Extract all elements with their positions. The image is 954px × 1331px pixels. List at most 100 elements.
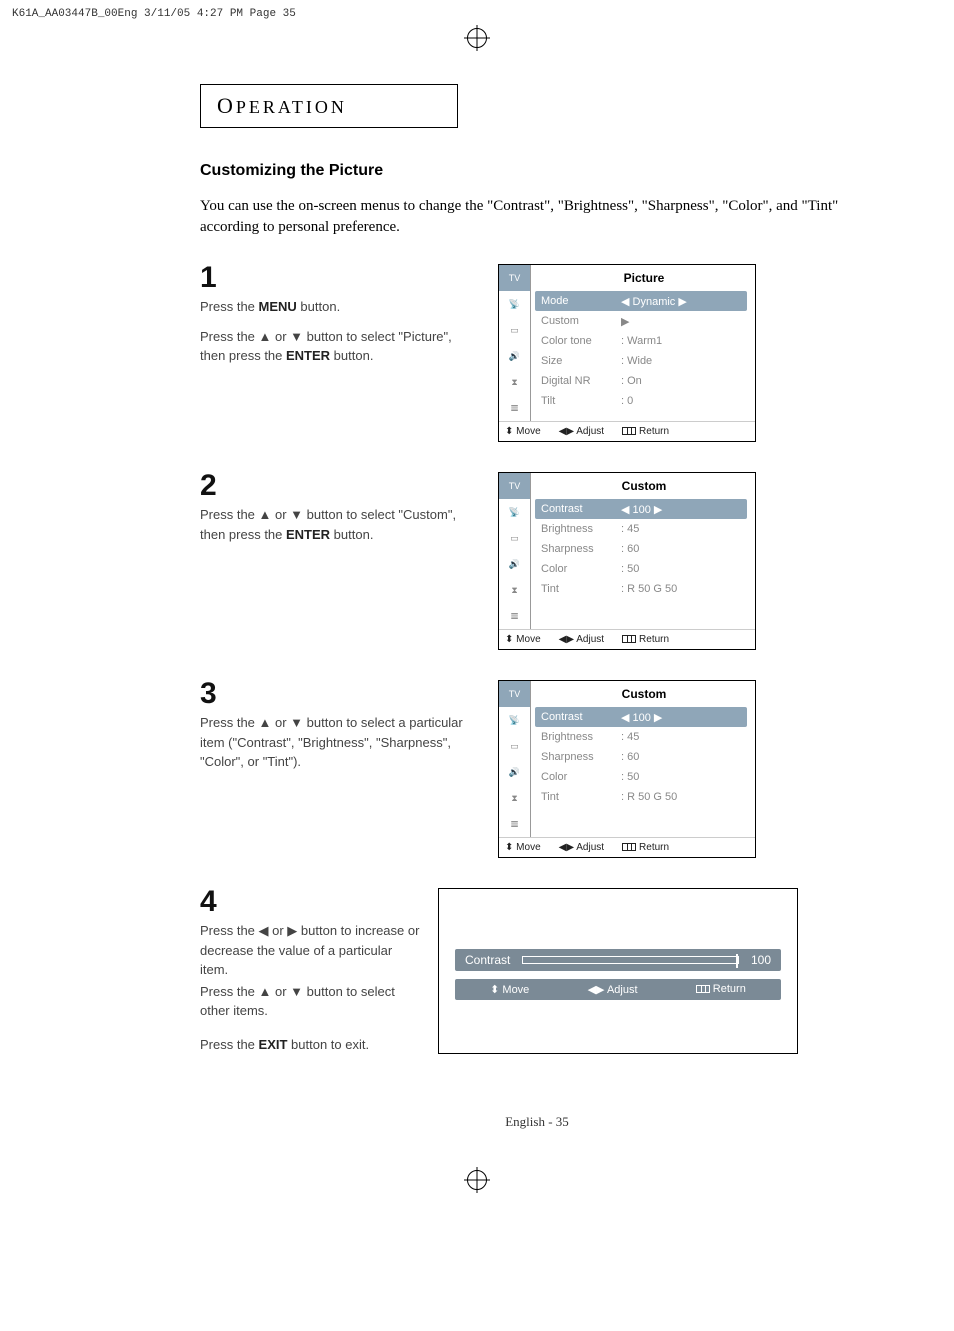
- registration-mark-bottom: [467, 1170, 487, 1190]
- osd-row: Contrast◀ 100 ▶: [535, 707, 747, 727]
- hourglass-icon: ⧗: [499, 785, 531, 811]
- osd-row-label: Sharpness: [541, 751, 621, 763]
- hourglass-icon: ⧗: [499, 577, 531, 603]
- osd-row: Brightness: 45: [541, 519, 747, 539]
- osd-title: Custom: [541, 479, 747, 493]
- osd-row-label: Brightness: [541, 731, 621, 743]
- step-instruction: Press the MENU button.: [200, 297, 480, 317]
- registration-mark-top: [467, 28, 487, 48]
- step-four: 4 Press the ◀ or ▶ button to increase or…: [200, 888, 874, 1054]
- pip-icon: ▭: [499, 525, 531, 551]
- step-instruction: Press the EXIT button to exit.: [200, 1035, 420, 1055]
- osd-row: Tint: R 50 G 50: [541, 787, 747, 807]
- osd-row-value: : On: [621, 375, 747, 387]
- speaker-icon: 🔊: [499, 551, 531, 577]
- osd-row: Mode◀ Dynamic ▶: [535, 291, 747, 311]
- osd-custom-menu: TV 📡 ▭ 🔊 ⧗ 𝌆 Custom Contrast◀ 100 ▶Brigh…: [498, 472, 756, 650]
- pip-icon: ▭: [499, 733, 531, 759]
- osd-row-label: Tint: [541, 791, 621, 803]
- osd-row-label: Contrast: [541, 711, 621, 723]
- osd-rows: Contrast◀ 100 ▶Brightness: 45Sharpness: …: [541, 707, 747, 807]
- osd-row-label: Mode: [541, 295, 621, 307]
- osd-row: Digital NR: On: [541, 371, 747, 391]
- step-instruction: Press the ◀ or ▶ button to increase or d…: [200, 921, 420, 980]
- step-instruction: Press the ▲ or ▼ button to select "Pictu…: [200, 327, 480, 366]
- antenna-icon: 📡: [499, 499, 531, 525]
- osd-row: Size: Wide: [541, 351, 747, 371]
- osd-row-value: : Warm1: [621, 335, 747, 347]
- osd-row-value: : 50: [621, 563, 747, 575]
- sliders-icon: 𝌆: [499, 811, 531, 837]
- osd-row-label: Brightness: [541, 523, 621, 535]
- slider-track: [522, 956, 739, 964]
- osd-row-label: Color tone: [541, 335, 621, 347]
- osd-row: Tint: R 50 G 50: [541, 579, 747, 599]
- step-number: 2: [200, 472, 217, 499]
- osd-row-label: Contrast: [541, 503, 621, 515]
- step-one: 1 Press the MENU button. Press the ▲ or …: [200, 264, 874, 442]
- step-number: 4: [200, 888, 217, 915]
- slider-label: Contrast: [465, 953, 510, 967]
- osd-row-value: : 45: [621, 731, 747, 743]
- osd-row: Brightness: 45: [541, 727, 747, 747]
- contrast-slider: Contrast 100: [455, 949, 781, 971]
- osd-custom-menu: TV 📡 ▭ 🔊 ⧗ 𝌆 Custom Contrast◀ 100 ▶Brigh…: [498, 680, 756, 858]
- osd-row-label: Tilt: [541, 395, 621, 407]
- step-instruction: Press the ▲ or ▼ button to select "Custo…: [200, 505, 480, 544]
- osd-slider-panel: Contrast 100 ⬍ Move ◀▶ Adjust Return: [438, 888, 798, 1054]
- osd-row: Color: 50: [541, 767, 747, 787]
- osd-row-label: Color: [541, 771, 621, 783]
- step-three: 3 Press the ▲ or ▼ button to select a pa…: [200, 680, 874, 858]
- step-number: 3: [200, 680, 217, 707]
- step-instruction: Press the ▲ or ▼ button to select a part…: [200, 713, 480, 772]
- speaker-icon: 🔊: [499, 759, 531, 785]
- osd-row: Contrast◀ 100 ▶: [535, 499, 747, 519]
- intro-paragraph: You can use the on-screen menus to chang…: [200, 196, 874, 238]
- osd-row-value: : 0: [621, 395, 747, 407]
- osd-row-value: : R 50 G 50: [621, 791, 747, 803]
- osd-row-label: Tint: [541, 583, 621, 595]
- osd-tab-tv: TV: [499, 473, 531, 499]
- sliders-icon: 𝌆: [499, 603, 531, 629]
- osd-picture-menu: TV 📡 ▭ 🔊 ⧗ 𝌆 Picture Mode◀ Dynamic ▶Cust…: [498, 264, 756, 442]
- osd-tab-tv: TV: [499, 265, 531, 291]
- osd-rows: Contrast◀ 100 ▶Brightness: 45Sharpness: …: [541, 499, 747, 599]
- slider-value: 100: [751, 953, 771, 967]
- osd-row-value: ▶: [621, 315, 747, 328]
- osd-footer: ⬍ Move ◀▶ Adjust Return: [499, 629, 755, 649]
- print-meta-line: K61A_AA03447B_00Eng 3/11/05 4:27 PM Page…: [0, 0, 954, 28]
- osd-left-tabs: TV 📡 ▭ 🔊 ⧗ 𝌆: [499, 265, 531, 421]
- slider-footer: ⬍ Move ◀▶ Adjust Return: [455, 979, 781, 1000]
- osd-row-value: ◀ 100 ▶: [621, 503, 747, 516]
- osd-row: Tilt: 0: [541, 391, 747, 411]
- pip-icon: ▭: [499, 317, 531, 343]
- sliders-icon: 𝌆: [499, 395, 531, 421]
- osd-footer: ⬍ Move ◀▶ Adjust Return: [499, 421, 755, 441]
- osd-row: Color: 50: [541, 559, 747, 579]
- speaker-icon: 🔊: [499, 343, 531, 369]
- osd-row: Color tone: Warm1: [541, 331, 747, 351]
- section-label-box: OPERATION: [200, 84, 458, 128]
- step-two: 2 Press the ▲ or ▼ button to select "Cus…: [200, 472, 874, 650]
- osd-row-value: : 50: [621, 771, 747, 783]
- osd-row-label: Color: [541, 563, 621, 575]
- osd-rows: Mode◀ Dynamic ▶Custom▶Color tone: Warm1S…: [541, 291, 747, 411]
- osd-tab-tv: TV: [499, 681, 531, 707]
- page-footer: English - 35: [200, 1114, 874, 1130]
- osd-title: Picture: [541, 271, 747, 285]
- osd-row-label: Size: [541, 355, 621, 367]
- step-number: 1: [200, 264, 217, 291]
- osd-title: Custom: [541, 687, 747, 701]
- osd-row-value: : 45: [621, 523, 747, 535]
- osd-footer: ⬍ Move ◀▶ Adjust Return: [499, 837, 755, 857]
- osd-row-value: : 60: [621, 543, 747, 555]
- osd-row-label: Sharpness: [541, 543, 621, 555]
- osd-row-value: : R 50 G 50: [621, 583, 747, 595]
- antenna-icon: 📡: [499, 291, 531, 317]
- osd-row: Custom▶: [541, 311, 747, 331]
- osd-row-label: Custom: [541, 315, 621, 327]
- osd-row-value: ◀ Dynamic ▶: [621, 295, 747, 308]
- step-instruction: Press the ▲ or ▼ button to select other …: [200, 982, 420, 1021]
- osd-row-label: Digital NR: [541, 375, 621, 387]
- page-heading: Customizing the Picture: [200, 162, 874, 180]
